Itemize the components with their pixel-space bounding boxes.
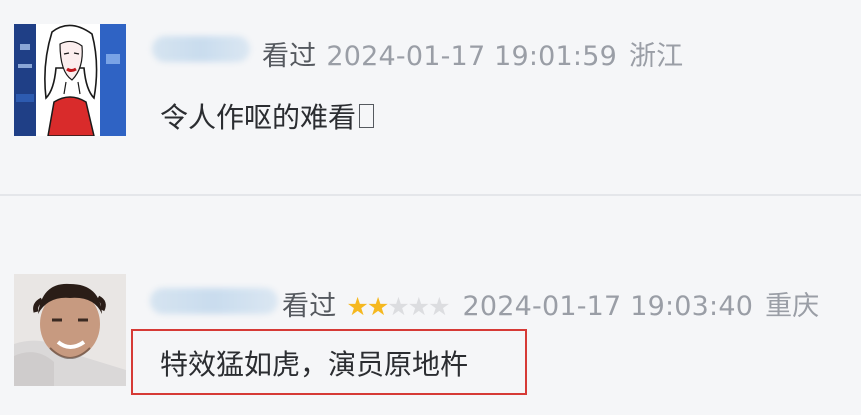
comment-item: 看过 ★★★★★ 2024-01-17 19:03:40 重庆 特效猛如虎，演员原地杵	[0, 196, 861, 415]
comment-text-body: 令人作呕的难看	[160, 101, 357, 134]
username-redacted[interactable]	[152, 36, 250, 62]
comment-text: 令人作呕的难看	[160, 96, 375, 136]
illustrated-woman-avatar-icon	[14, 24, 126, 136]
star-filled-icon: ★	[346, 292, 368, 321]
comment-datetime: 2024-01-17 19:01:59	[326, 41, 617, 72]
comment-location: 重庆	[765, 291, 820, 322]
comment-meta: 看过 ★★★★★ 2024-01-17 19:03:40 重庆	[282, 284, 819, 323]
rating-stars: ★★★★★	[346, 292, 450, 321]
star-filled-icon: ★	[366, 292, 389, 321]
watched-label: 看过	[262, 41, 317, 72]
username-redacted[interactable]	[150, 288, 278, 314]
missing-glyph-icon	[359, 104, 375, 128]
star-empty-icon: ★	[428, 292, 450, 321]
comment-datetime: 2024-01-17 19:03:40	[462, 291, 754, 322]
comment-meta: 看过 2024-01-17 19:01:59 浙江	[262, 34, 683, 73]
watched-label: 看过	[282, 291, 337, 322]
comment-item: 看过 2024-01-17 19:01:59 浙江 令人作呕的难看	[0, 0, 861, 195]
user-avatar[interactable]	[14, 274, 126, 386]
star-empty-icon: ★	[407, 292, 430, 321]
user-avatar[interactable]	[14, 24, 126, 136]
comment-location: 浙江	[628, 41, 684, 72]
comment-text: 特效猛如虎，演员原地杵	[160, 348, 469, 381]
star-empty-icon: ★	[387, 292, 409, 321]
man-photo-avatar-icon	[14, 274, 126, 386]
